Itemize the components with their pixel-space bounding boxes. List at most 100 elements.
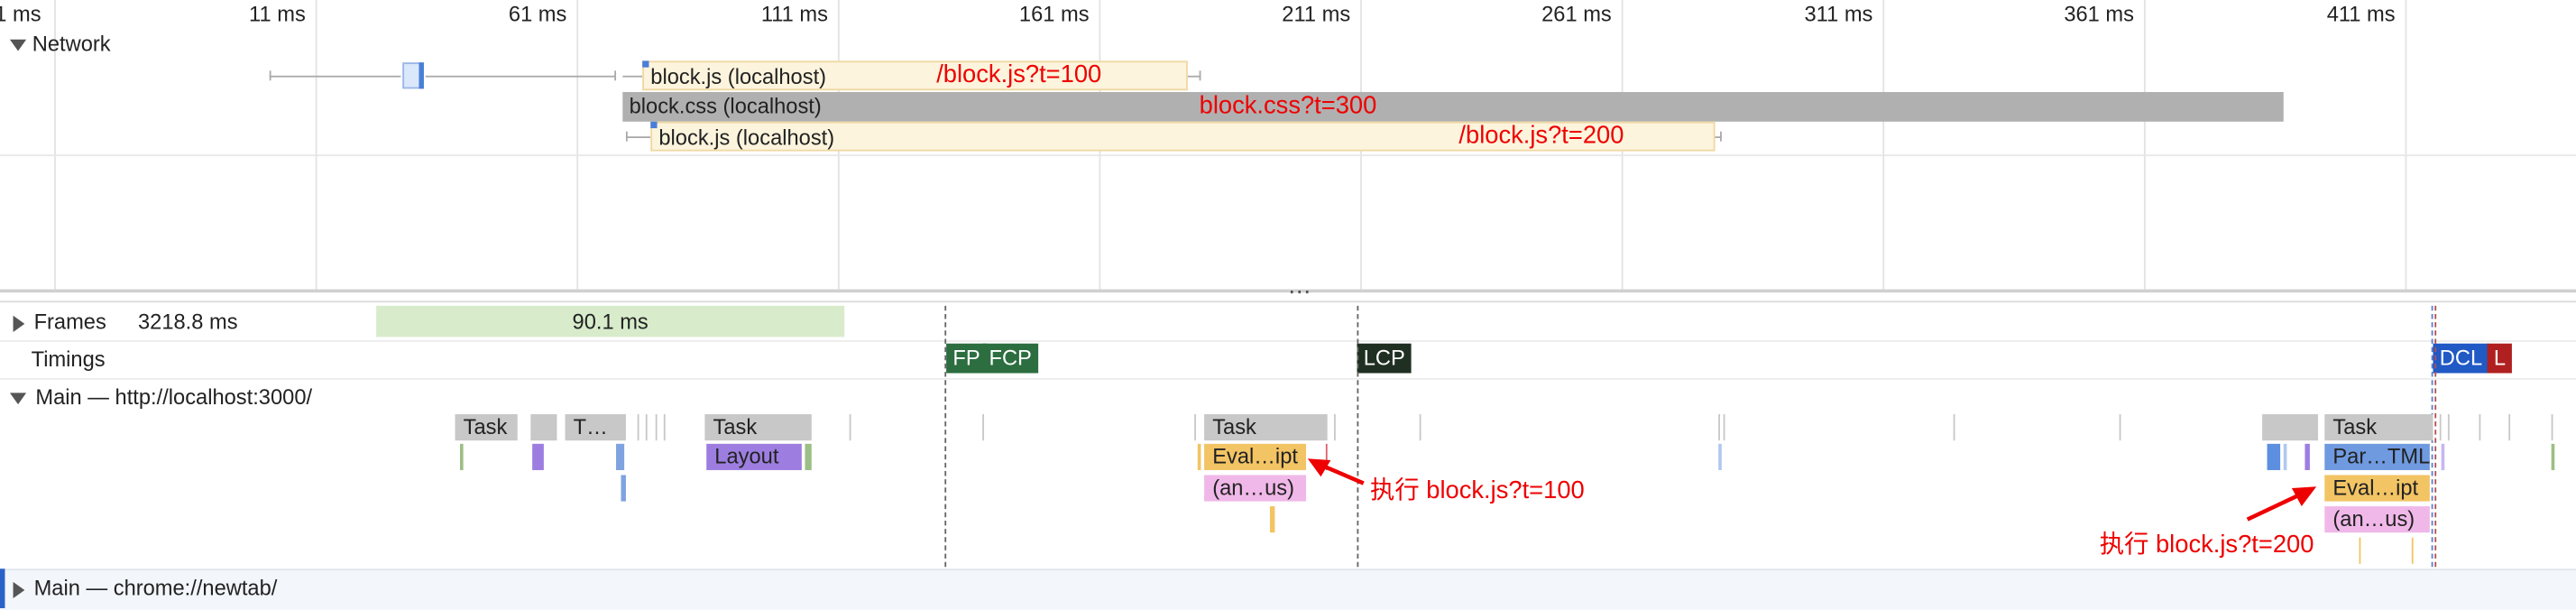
- task-label: Task: [1212, 414, 1256, 439]
- script-sliver[interactable]: [1197, 443, 1201, 470]
- script-event[interactable]: [2267, 443, 2281, 470]
- expand-arrow-icon[interactable]: [13, 581, 25, 598]
- main-track-header[interactable]: Main — http://localhost:3000/: [9, 383, 312, 412]
- main-newtab-track[interactable]: [0, 568, 2576, 610]
- annotation-block-css-300: block.css?t=300: [1199, 92, 1377, 120]
- tick-label: 411 ms: [2326, 1, 2396, 27]
- tick-label: 211 ms: [1282, 1, 1351, 27]
- task-block[interactable]: Task: [455, 414, 518, 441]
- layout-label: Layout: [714, 443, 779, 469]
- request-start-marker: [650, 121, 658, 129]
- whisker-cap: [614, 70, 617, 81]
- task-sliver[interactable]: [655, 414, 658, 441]
- load-label: L: [2493, 345, 2507, 370]
- download-segment: [419, 62, 424, 89]
- task-sliver[interactable]: [1718, 414, 1721, 441]
- task-sliver[interactable]: [2508, 414, 2511, 441]
- event-sliver[interactable]: [2359, 537, 2361, 564]
- event-sliver[interactable]: [2411, 537, 2414, 564]
- event-sliver[interactable]: [2283, 443, 2287, 470]
- splitter-grip-icon[interactable]: ⋯: [1288, 280, 1311, 303]
- frames-title: Frames: [33, 309, 106, 334]
- event-sliver[interactable]: [2551, 443, 2555, 470]
- parse-html-event[interactable]: Par…TML: [2324, 443, 2430, 470]
- annotation-exec-block-js-200: 执行 block.js?t=200: [2099, 531, 2314, 559]
- task-sliver[interactable]: [663, 414, 666, 441]
- frame-duration-label: 90.1 ms: [572, 309, 649, 334]
- task-sliver[interactable]: [1194, 414, 1196, 441]
- task-block[interactable]: [2262, 414, 2318, 441]
- task-sliver[interactable]: [2119, 414, 2121, 441]
- network-request-block-js-100[interactable]: block.js (localhost): [642, 60, 1188, 91]
- evaluate-script-event[interactable]: Eval…ipt: [2324, 475, 2430, 502]
- fp-marker[interactable]: FP: [946, 343, 987, 374]
- task-sliver[interactable]: [637, 414, 639, 441]
- task-sliver[interactable]: [645, 414, 648, 441]
- task-sliver[interactable]: [1723, 414, 1725, 441]
- fcp-label: FCP: [989, 345, 1032, 370]
- dcl-marker[interactable]: DCL: [2433, 343, 2489, 374]
- anonymous-function-event[interactable]: (an…us): [2324, 506, 2430, 533]
- task-block[interactable]: Task: [1204, 414, 1328, 441]
- fcp-marker[interactable]: FCP: [982, 343, 1039, 374]
- tick-label: 161 ms: [1018, 1, 1090, 27]
- parse-html-label: Par…TML: [2332, 443, 2430, 469]
- anonymous-function-event[interactable]: (an…us): [1204, 475, 1307, 502]
- task-block[interactable]: Task: [704, 414, 812, 441]
- evaluate-script-event[interactable]: Eval…ipt: [1204, 443, 1307, 470]
- tick-label: 261 ms: [1541, 1, 1612, 27]
- task-sliver[interactable]: [982, 414, 985, 441]
- layout-event[interactable]: Layout: [706, 443, 802, 470]
- script-event[interactable]: [621, 475, 626, 502]
- request-wait-whisker: [625, 136, 651, 139]
- tick-label: 361 ms: [2064, 1, 2134, 27]
- expand-arrow-icon[interactable]: [9, 39, 27, 51]
- row-divider: [0, 340, 2576, 342]
- event-sliver[interactable]: [2305, 443, 2310, 470]
- task-block[interactable]: T…: [565, 414, 626, 441]
- task-block[interactable]: Task: [2324, 414, 2433, 441]
- whisker-cap: [1720, 131, 1722, 142]
- layout-event[interactable]: [532, 443, 544, 470]
- task-sliver[interactable]: [1333, 414, 1336, 441]
- annotation-exec-block-js-100: 执行 block.js?t=100: [1370, 476, 1585, 505]
- task-block[interactable]: [530, 414, 557, 441]
- script-event[interactable]: [1269, 506, 1275, 533]
- task-sliver[interactable]: [2479, 414, 2481, 441]
- grid-line: [576, 0, 579, 290]
- script-event[interactable]: [616, 443, 625, 470]
- task-sliver[interactable]: [2551, 414, 2553, 441]
- annotation-arrow-icon: [2246, 486, 2317, 522]
- whisker-cap: [1199, 70, 1201, 81]
- anonymous-function-label: (an…us): [2332, 506, 2415, 531]
- annotation-block-js-200: /block.js?t=200: [1458, 121, 1624, 150]
- row-divider: [0, 377, 2576, 380]
- frames-track-header[interactable]: Frames: [13, 308, 106, 337]
- event-sliver[interactable]: [459, 443, 464, 470]
- paint-event[interactable]: [805, 443, 812, 470]
- network-title: Network: [32, 31, 111, 56]
- load-marker[interactable]: L: [2487, 343, 2513, 374]
- task-sliver[interactable]: [2447, 414, 2450, 441]
- main-newtab-header[interactable]: Main — chrome://newtab/: [13, 574, 278, 604]
- task-sliver[interactable]: [1953, 414, 1955, 441]
- event-sliver[interactable]: [1718, 443, 1722, 470]
- task-label: T…: [573, 414, 608, 439]
- fp-line: [944, 305, 947, 608]
- tick-label: 11 ms: [249, 1, 306, 27]
- grid-line: [2143, 0, 2146, 290]
- annotation-arrow-icon: [1307, 458, 1365, 485]
- timings-title: Timings: [31, 347, 106, 372]
- lcp-marker[interactable]: LCP: [1357, 343, 1412, 374]
- request-wait-whisker: [269, 75, 401, 78]
- event-sliver[interactable]: [2441, 443, 2445, 470]
- frame-block[interactable]: 90.1 ms: [376, 305, 845, 337]
- expand-arrow-icon[interactable]: [13, 314, 25, 332]
- network-track-header[interactable]: Network: [9, 30, 111, 60]
- lcp-label: LCP: [1363, 345, 1405, 370]
- network-request-block-css-300[interactable]: block.css (localhost): [622, 92, 2284, 122]
- task-sliver[interactable]: [849, 414, 851, 441]
- task-sliver[interactable]: [1419, 414, 1421, 441]
- task-sliver[interactable]: [2439, 414, 2442, 441]
- expand-arrow-icon[interactable]: [9, 393, 27, 405]
